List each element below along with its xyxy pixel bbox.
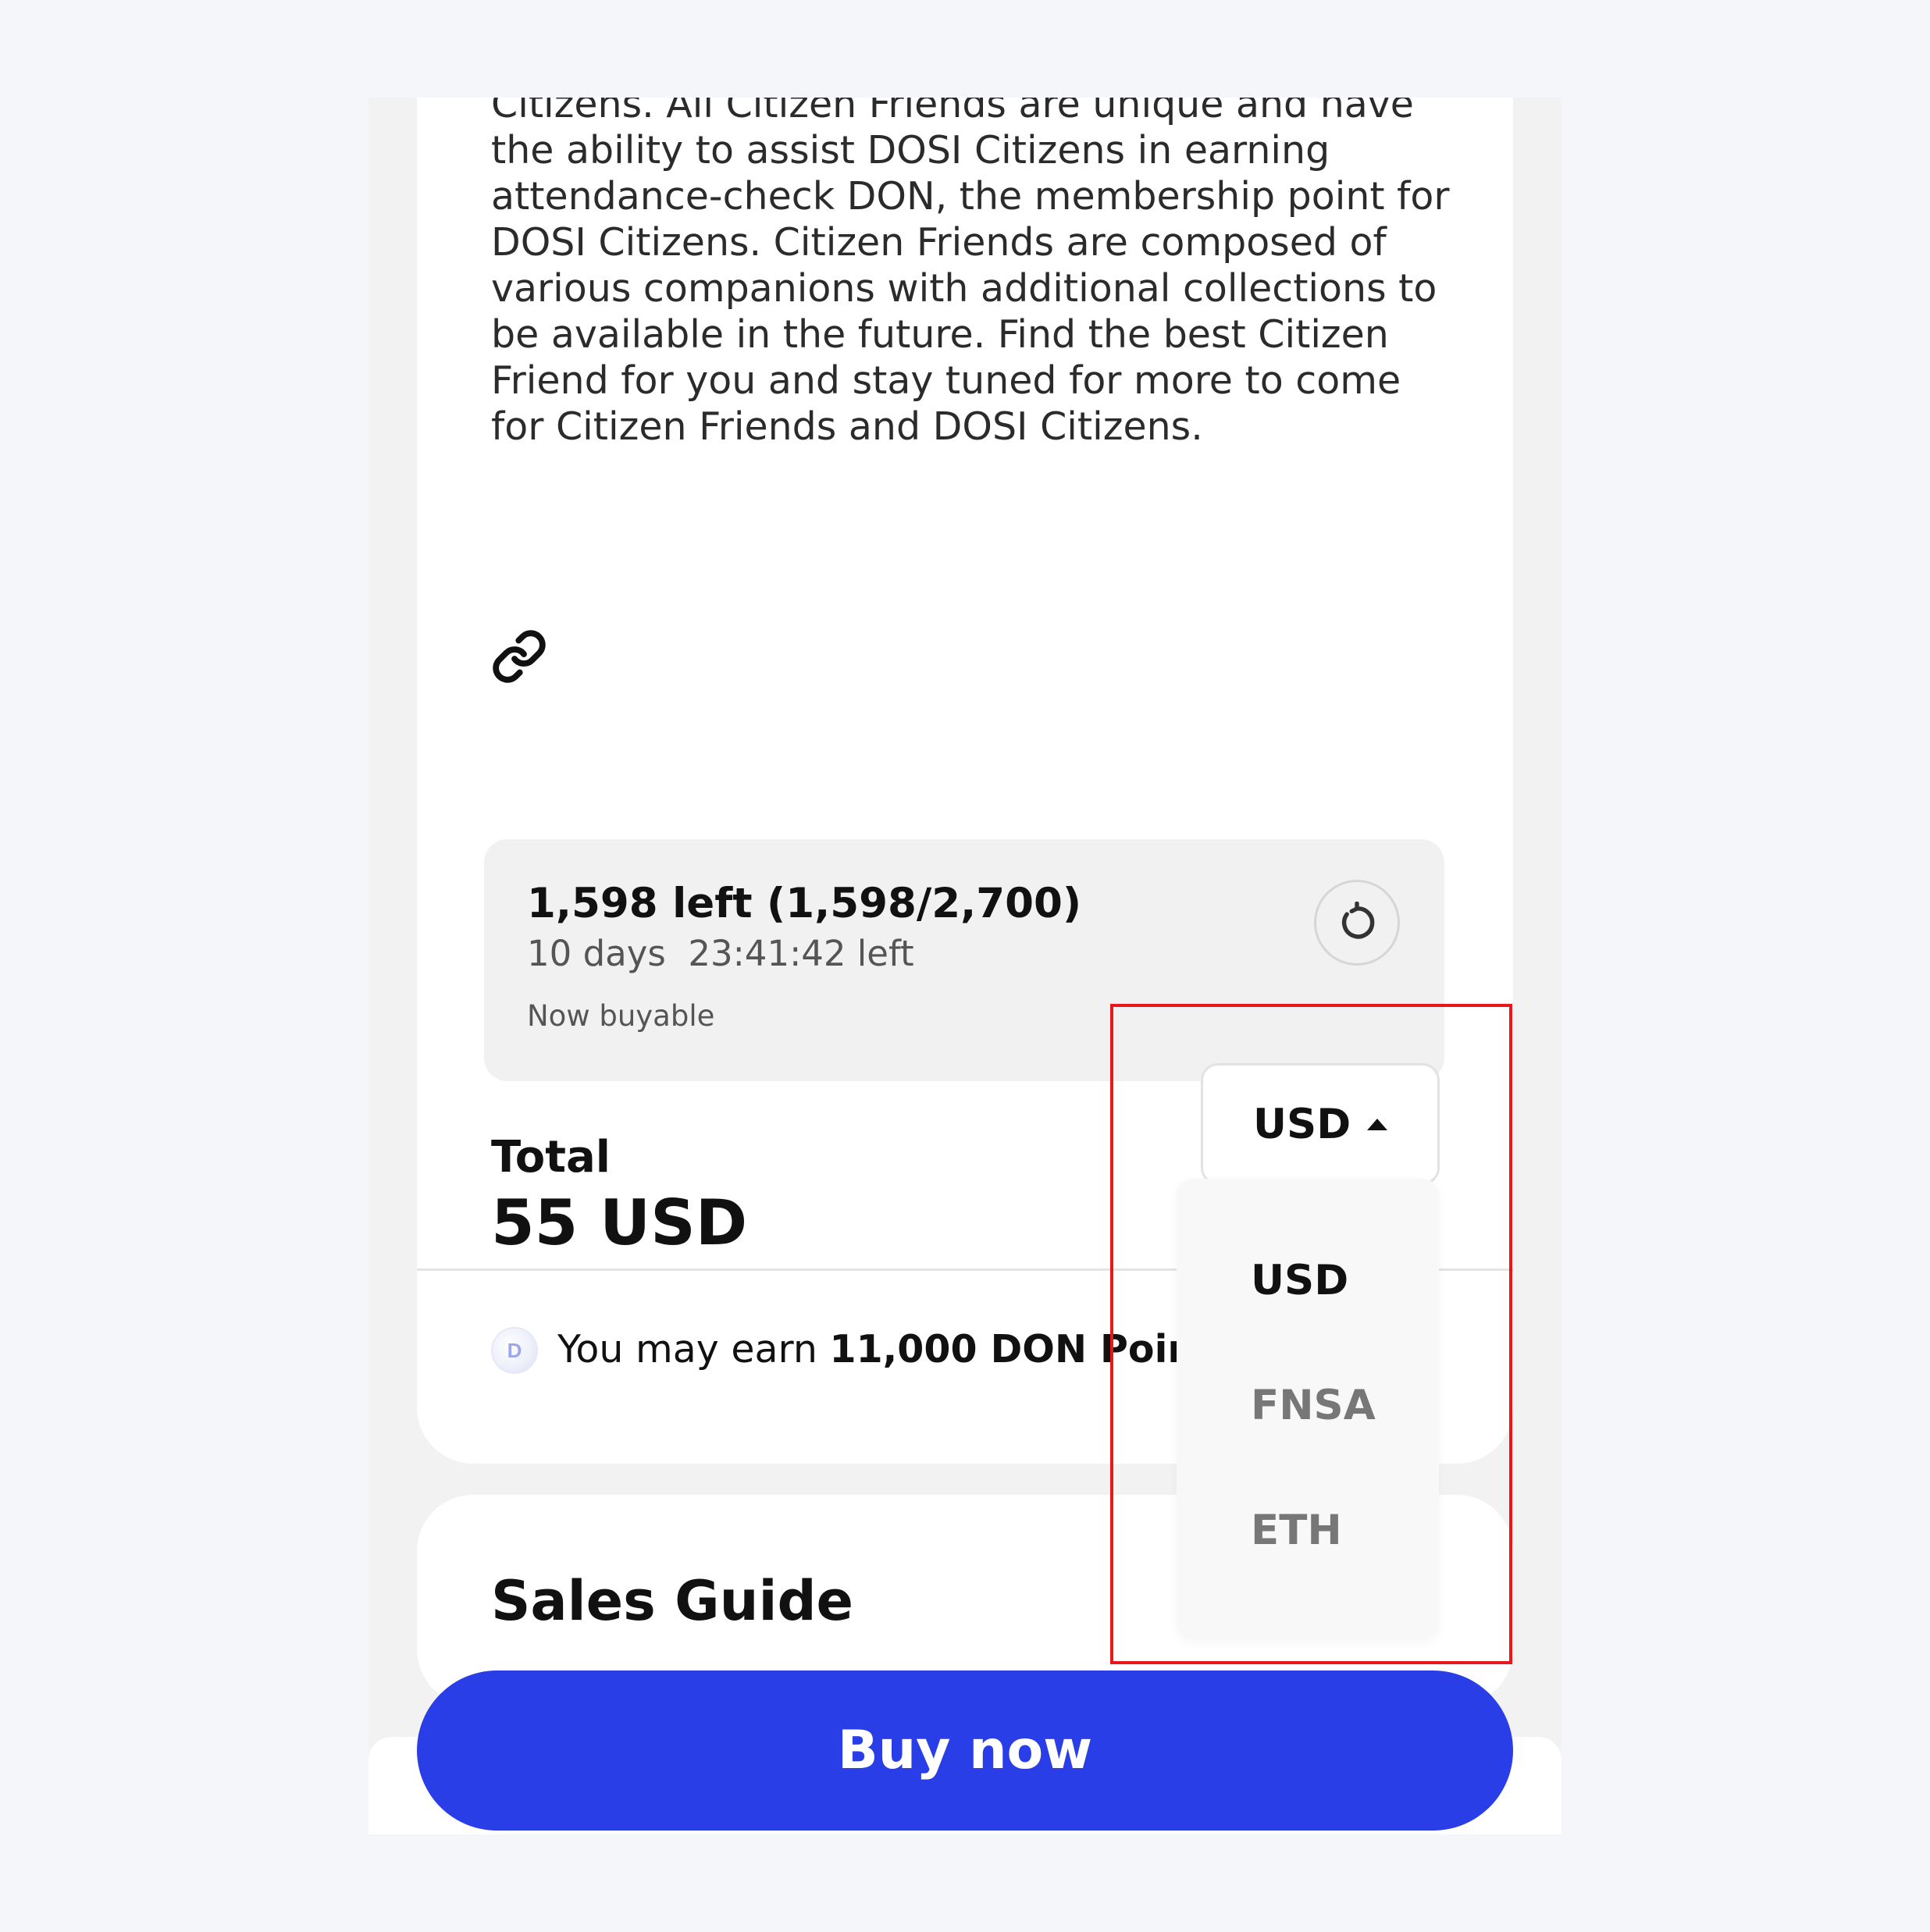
stock-info-box: 1,598 left (1,598/2,700) 10 days 23:41:4… — [484, 839, 1444, 1081]
currency-option-fnsa[interactable]: FNSA — [1251, 1382, 1376, 1429]
total-label: Total — [491, 1132, 611, 1183]
total-price: 55 USD — [491, 1187, 748, 1259]
link-icon[interactable] — [491, 628, 547, 685]
caret-up-icon — [1367, 1119, 1387, 1130]
currency-dropdown: USD FNSA ETH — [1177, 1179, 1439, 1639]
currency-select[interactable]: USD — [1201, 1063, 1440, 1185]
refresh-icon — [1341, 902, 1375, 939]
buy-now-button[interactable]: Buy now — [417, 1670, 1513, 1831]
product-description: Citizen Friends are a special companion … — [491, 98, 1450, 449]
time-remaining: 10 days 23:41:42 left — [527, 933, 914, 974]
refresh-button[interactable] — [1314, 880, 1400, 966]
don-earn-prefix: You may earn — [557, 1327, 830, 1372]
description-container: Citizen Friends are a special companion … — [491, 98, 1459, 503]
app-screen: Citizen Friends are a special companion … — [369, 98, 1561, 1834]
currency-option-eth[interactable]: ETH — [1251, 1507, 1342, 1554]
sale-status: Now buyable — [527, 999, 715, 1033]
don-earn-text: You may earn 11,000 DON Points — [557, 1327, 1236, 1372]
sales-guide-title: Sales Guide — [491, 1569, 854, 1633]
don-earn-amount: 11,000 DON Points — [829, 1327, 1236, 1372]
currency-option-usd[interactable]: USD — [1251, 1257, 1348, 1304]
don-point-icon: D — [491, 1327, 538, 1374]
stock-count: 1,598 left (1,598/2,700) — [527, 880, 1082, 927]
currency-selected-label: USD — [1253, 1101, 1351, 1148]
